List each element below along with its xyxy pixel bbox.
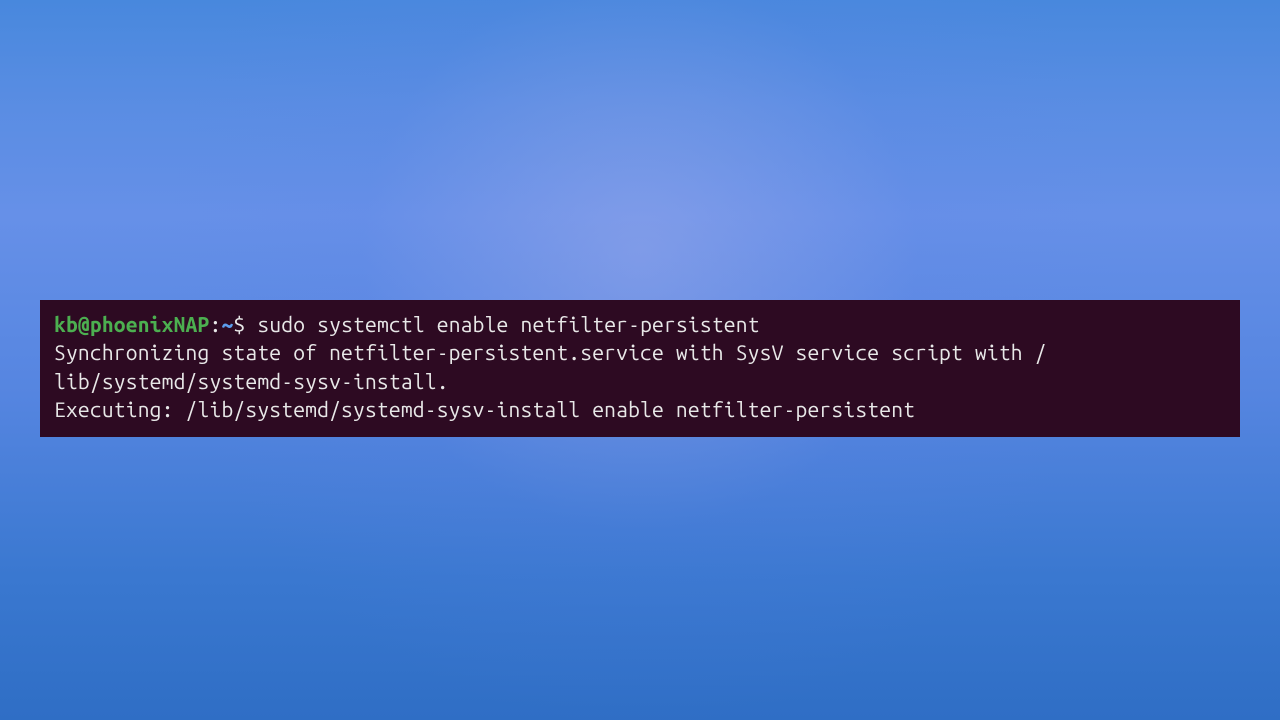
terminal-output-line: Synchronizing state of netfilter-persist… <box>54 338 1226 366</box>
prompt-user-host: kb@phoenixNAP <box>54 312 209 336</box>
command-text <box>245 312 257 336</box>
command-input: sudo systemctl enable netfilter-persiste… <box>257 312 759 336</box>
terminal-output-line: lib/systemd/systemd-sysv-install. <box>54 367 1226 395</box>
prompt-colon: : <box>209 312 221 336</box>
prompt-symbol: $ <box>233 312 245 336</box>
terminal-window[interactable]: kb@phoenixNAP:~$ sudo systemctl enable n… <box>40 300 1240 437</box>
terminal-line-prompt: kb@phoenixNAP:~$ sudo systemctl enable n… <box>54 310 1226 338</box>
terminal-output-line: Executing: /lib/systemd/systemd-sysv-ins… <box>54 395 1226 423</box>
prompt-path: ~ <box>221 312 233 336</box>
